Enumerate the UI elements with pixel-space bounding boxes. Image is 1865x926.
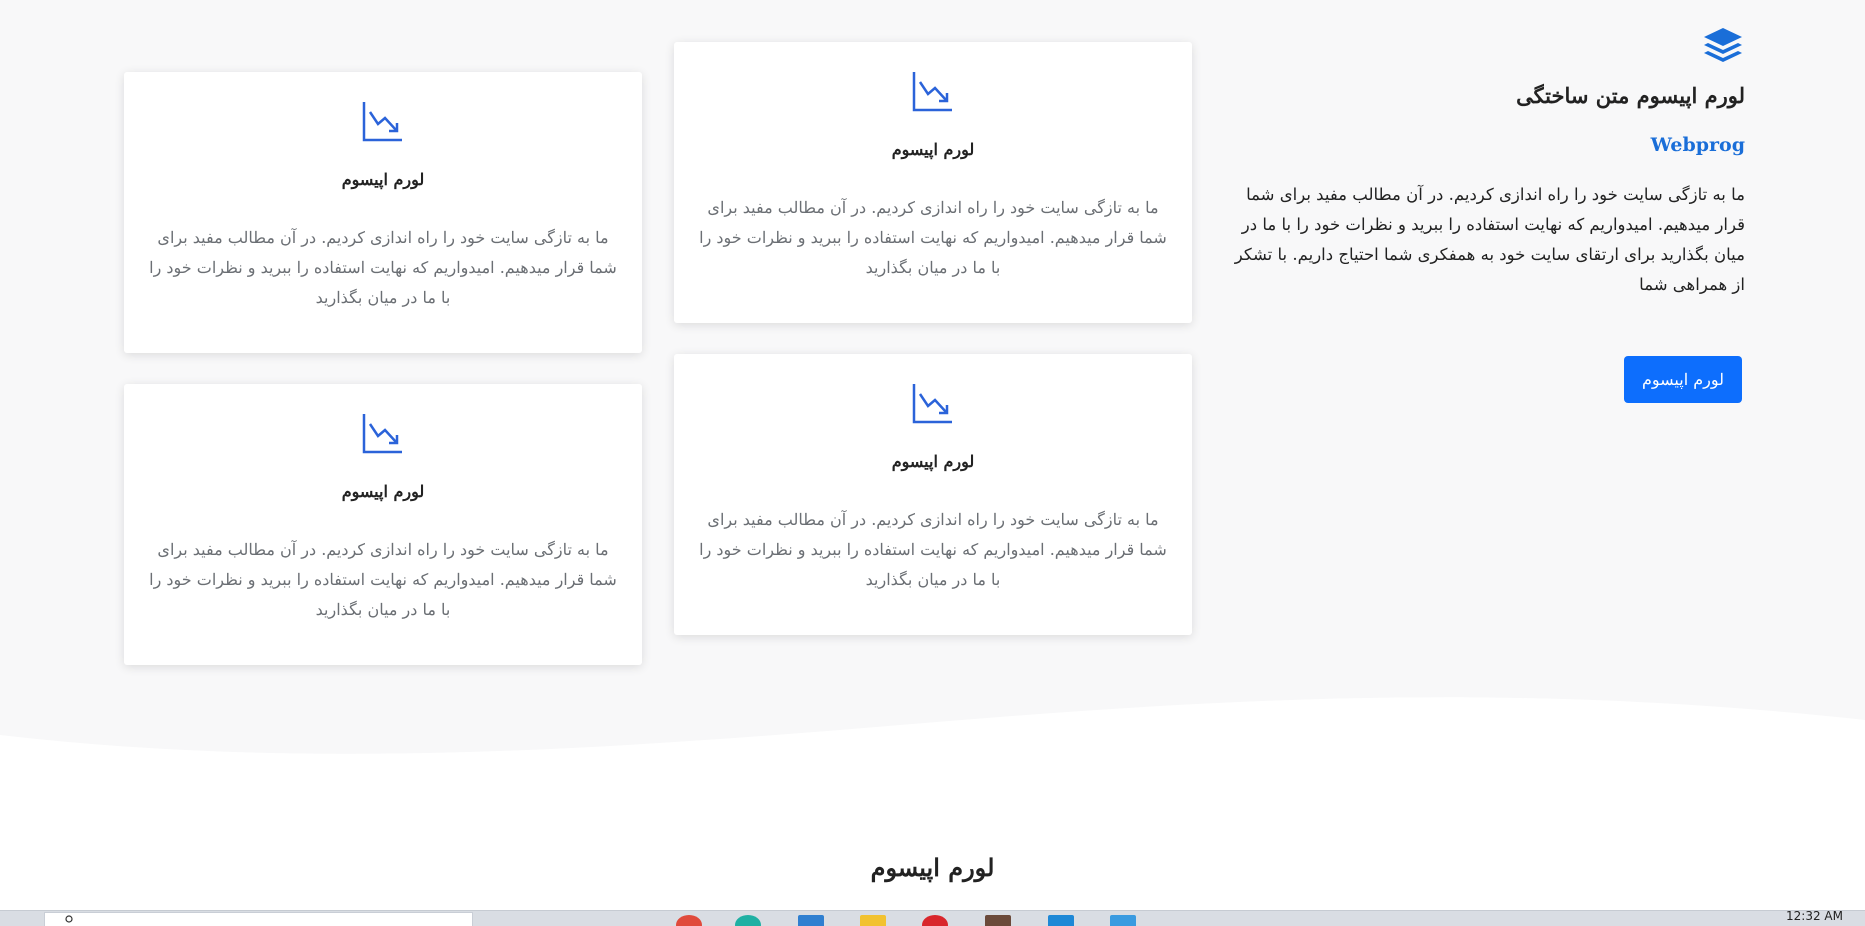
card-text: ما به تازگی سایت خود را راه اندازی کردیم…	[699, 198, 1167, 277]
taskbar-clock[interactable]: 12:32 AM	[1786, 911, 1843, 923]
card-title: لورم اپیسوم	[341, 482, 425, 501]
card-text: ما به تازگی سایت خود را راه اندازی کردیم…	[149, 540, 617, 619]
app-icon[interactable]	[985, 915, 1011, 926]
intro-text: ما به تازگی سایت خود را راه اندازی کردیم…	[1234, 185, 1745, 294]
brand-name: Webprog	[1650, 134, 1745, 156]
search-icon	[65, 915, 73, 923]
opera-icon[interactable]	[922, 915, 948, 926]
intro-title: لورم اپیسوم متن ساختگی	[1516, 83, 1745, 108]
section-heading: لورم اپیسوم	[870, 853, 995, 882]
card-text: ما به تازگی سایت خود را راه اندازی کردیم…	[149, 228, 617, 307]
folder-icon[interactable]	[798, 915, 824, 926]
card-title: لورم اپیسوم	[341, 170, 425, 189]
chart-down-icon	[912, 72, 952, 112]
feature-card: لورم اپیسوم ما به تازگی سایت خود را راه …	[674, 354, 1192, 635]
layers-icon	[1704, 28, 1742, 62]
chrome-icon[interactable]	[676, 915, 702, 926]
chart-down-icon	[362, 102, 402, 142]
feature-card: لورم اپیسوم ما به تازگی سایت خود را راه …	[124, 72, 642, 353]
chart-down-icon	[912, 384, 952, 424]
card-text: ما به تازگی سایت خود را راه اندازی کردیم…	[699, 510, 1167, 589]
store-icon[interactable]	[860, 915, 886, 926]
mail-icon[interactable]	[1110, 915, 1136, 926]
card-title: لورم اپیسوم	[891, 140, 975, 159]
intro-column: لورم اپیسوم متن ساختگی Webprog ما به تاز…	[1230, 25, 1745, 403]
taskbar-search-input[interactable]	[44, 912, 473, 926]
vscode-icon[interactable]	[1048, 915, 1074, 926]
feature-card: لورم اپیسوم ما به تازگی سایت خود را راه …	[124, 384, 642, 665]
feature-card: لورم اپیسوم ما به تازگی سایت خود را راه …	[674, 42, 1192, 323]
card-title: لورم اپیسوم	[891, 452, 975, 471]
intro-cta-button[interactable]: لورم اپیسوم	[1623, 356, 1742, 403]
edge-icon[interactable]	[735, 915, 761, 926]
chart-down-icon	[362, 414, 402, 454]
taskbar: 12:32 AM	[0, 910, 1865, 926]
